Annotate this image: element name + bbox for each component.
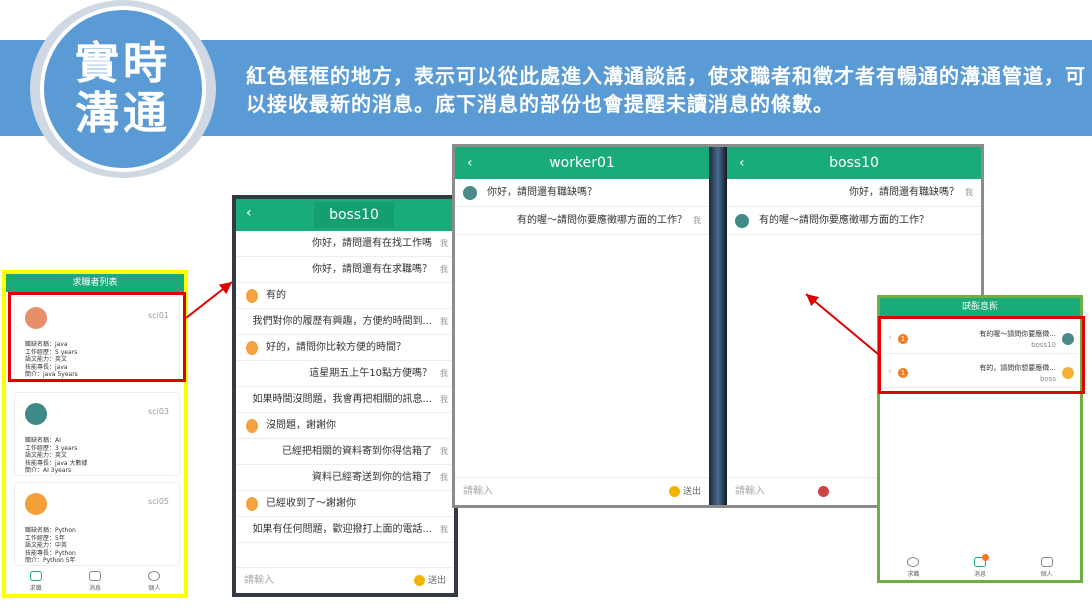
- annotation-arrows: [185, 281, 879, 355]
- arrow-to-chat: [185, 281, 233, 319]
- arrow-to-dual-chat: [805, 293, 879, 355]
